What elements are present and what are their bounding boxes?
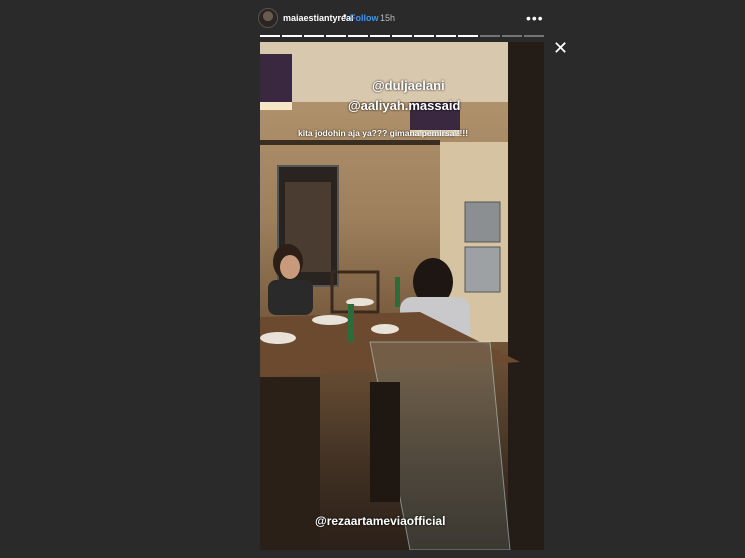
progress-segment xyxy=(348,35,368,37)
progress-segment xyxy=(326,35,346,37)
progress-segment xyxy=(260,35,280,37)
progress-segment xyxy=(304,35,324,37)
story-header: maiaestiantyreal • Follow 15h ••• xyxy=(258,8,548,30)
progress-segment xyxy=(524,35,544,37)
progress-segment xyxy=(414,35,434,37)
progress-segment xyxy=(282,35,302,37)
mention-tag[interactable]: @aaliyah.massaid xyxy=(348,98,460,113)
story-media[interactable]: @duljaelani @aaliyah.massaid kita jodohi… xyxy=(260,42,544,550)
follow-button[interactable]: Follow xyxy=(350,13,379,23)
progress-segment xyxy=(502,35,522,37)
progress-segment xyxy=(392,35,412,37)
progress-segment xyxy=(480,35,500,37)
avatar[interactable] xyxy=(258,8,278,28)
separator-dot: • xyxy=(343,11,347,22)
story-photo xyxy=(260,42,544,550)
progress-segment xyxy=(370,35,390,37)
story-progress-bar xyxy=(260,35,544,37)
timestamp: 15h xyxy=(380,13,396,23)
close-icon[interactable]: ✕ xyxy=(553,38,568,58)
progress-segment xyxy=(458,35,478,37)
progress-segment xyxy=(436,35,456,37)
story-caption: kita jodohin aja ya??? gimana pemirsa !!… xyxy=(298,128,469,138)
mention-tag[interactable]: @duljaelani xyxy=(372,78,445,93)
mention-tag[interactable]: @rezaartameviaofficial xyxy=(315,514,445,528)
more-options-icon[interactable]: ••• xyxy=(526,10,544,26)
